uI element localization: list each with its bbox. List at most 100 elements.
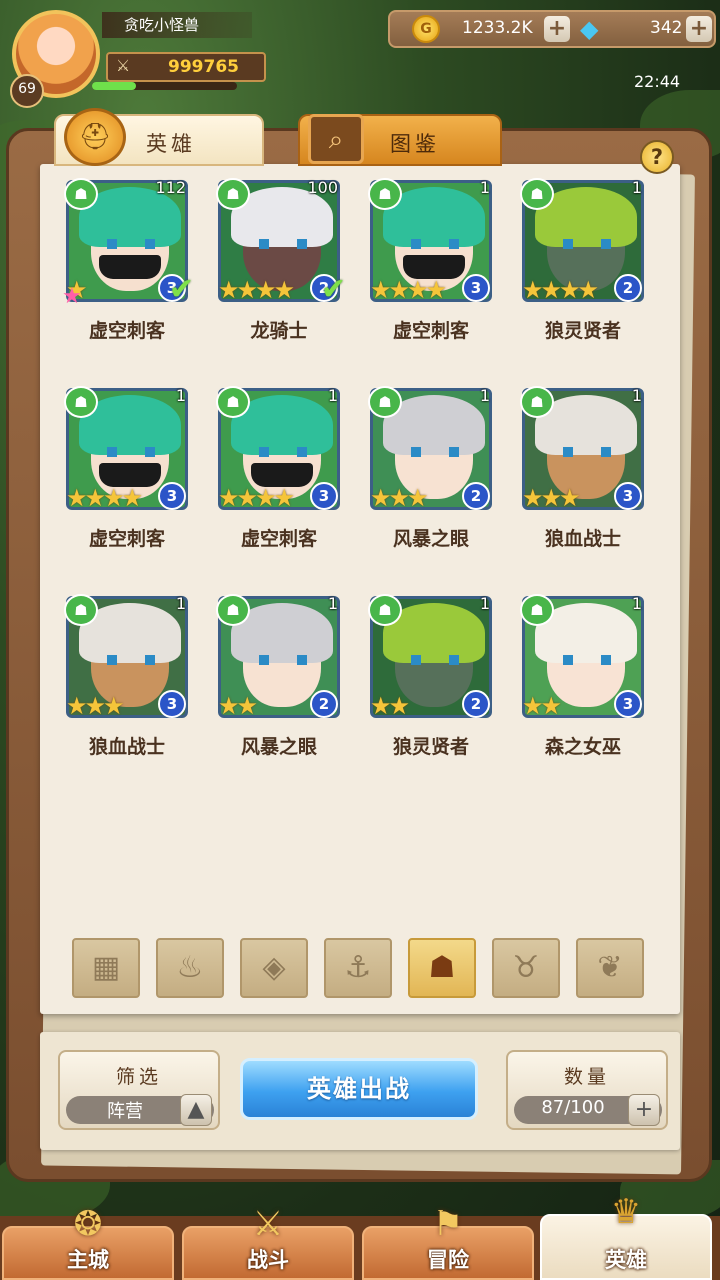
- hero-tier-badge: 2: [462, 690, 490, 718]
- hero-count-panel: 数量 87/100 +: [506, 1050, 668, 1130]
- hero-eyes: [107, 655, 155, 665]
- hero-tier-badge: 3: [158, 690, 186, 718]
- hero-name: 龙骑士: [250, 320, 308, 342]
- xp-bar: [92, 82, 237, 90]
- filter-fire-button[interactable]: ♨: [156, 938, 224, 998]
- hero-stars: ★★★: [522, 484, 581, 512]
- nav-heroes[interactable]: ♛ 英雄: [540, 1192, 712, 1280]
- hero-eyes: [107, 239, 155, 249]
- player-name: 贪吃小怪兽: [102, 12, 252, 38]
- clock: 22:44: [634, 72, 681, 91]
- filter-horns-button[interactable]: ♉: [492, 938, 560, 998]
- gold-coin-icon: G: [412, 15, 440, 43]
- deploy-heroes-button[interactable]: 英雄出战: [240, 1058, 478, 1120]
- filter-diamond-button[interactable]: ◈: [240, 938, 308, 998]
- hero-eyes: [259, 655, 307, 665]
- hero-card[interactable]: ☗ 100 ★★★★ 2 ✔ 龙骑士: [214, 176, 346, 346]
- tab-codex[interactable]: ⌕ 图鉴: [298, 114, 502, 166]
- hero-level: 1: [631, 594, 642, 613]
- combat-power: ⚔ 999765: [106, 52, 266, 82]
- combat-power-value: 999765: [168, 57, 239, 77]
- hero-card[interactable]: ☗ 1 ★★★ 3 狼血战士: [62, 592, 192, 762]
- hero-card[interactable]: ☗ 1 ★★ 3 森之女巫: [518, 592, 648, 762]
- beast-faction-icon: ☗: [216, 594, 250, 626]
- add-gold-button[interactable]: +: [544, 16, 570, 42]
- hero-card[interactable]: ☗ 1 ★★★★ 2 狼灵贤者: [518, 176, 648, 346]
- hero-name: 风暴之眼: [392, 528, 469, 550]
- filter-title: 筛选: [115, 1066, 162, 1088]
- hero-card[interactable]: ☗ 1 ★★★★ 3 虚空刺客: [366, 176, 496, 346]
- hero-card[interactable]: ☗ 1 ★★★ 2 风暴之眼: [366, 384, 496, 554]
- hero-card[interactable]: ☗ 1 ★★ 2 狼灵贤者: [366, 592, 496, 762]
- hero-eyes: [411, 447, 459, 457]
- hero-level: 1: [327, 594, 338, 613]
- tab-codex-label: 图鉴: [390, 132, 440, 156]
- filter-value: 阵营: [107, 1101, 143, 1122]
- hero-eyes: [563, 447, 611, 457]
- hero-name: 风暴之眼: [240, 736, 317, 758]
- crossed-swords-icon: ⚔: [115, 56, 131, 75]
- hero-card[interactable]: ☗ 1 ★★★★ 3 虚空刺客: [62, 384, 192, 554]
- gold-amount: 1233.2K: [462, 18, 533, 38]
- filter-wings-button[interactable]: ❦: [576, 938, 644, 998]
- helmet-icon: ⛑: [64, 108, 126, 166]
- hero-level: 100: [307, 178, 338, 197]
- hero-level: 1: [327, 386, 338, 405]
- deployed-check-icon: ✔: [168, 272, 194, 307]
- hero-level: 1: [631, 386, 642, 405]
- hero-tier-badge: 3: [462, 274, 490, 302]
- hero-eyes: [107, 447, 155, 457]
- hero-count-value: 87/100: [541, 1097, 605, 1118]
- hero-name: 虚空刺客: [88, 320, 165, 342]
- hero-name: 狼血战士: [544, 528, 621, 550]
- hero-eyes: [411, 239, 459, 249]
- hero-stars: ★★★★: [218, 276, 295, 304]
- tab-heroes-label: 英雄: [146, 132, 196, 156]
- gem-amount: 342: [650, 18, 683, 38]
- player-profile[interactable]: 69 贪吃小怪兽 ⚔ 999765: [6, 4, 276, 108]
- add-gems-button[interactable]: +: [686, 16, 712, 42]
- nav-main-city[interactable]: ❂ 主城: [2, 1204, 174, 1280]
- filter-all-button[interactable]: ▦: [72, 938, 140, 998]
- nav-battle[interactable]: ⚔ 战斗: [182, 1204, 354, 1280]
- hero-level: 1: [631, 178, 642, 197]
- beast-faction-icon: ☗: [520, 178, 554, 210]
- beast-faction-icon: ☗: [64, 594, 98, 626]
- nav-label: 主城: [67, 1248, 109, 1272]
- beast-faction-icon: ☗: [216, 178, 250, 210]
- hero-count-title: 数量: [563, 1066, 610, 1088]
- beast-faction-icon: ☗: [64, 178, 98, 210]
- hero-eyes: [563, 655, 611, 665]
- nav-label: 英雄: [605, 1248, 647, 1272]
- filter-toggle-button[interactable]: ▲: [180, 1094, 212, 1126]
- diamond-icon: ◆: [580, 15, 599, 43]
- hero-eyes: [563, 239, 611, 249]
- filter-panel: 筛选 阵营 ▲: [58, 1050, 220, 1130]
- hero-name: 虚空刺客: [392, 320, 469, 342]
- hero-name: 狼灵贤者: [544, 320, 621, 342]
- beast-faction-icon: ☗: [216, 386, 250, 418]
- hero-name: 虚空刺客: [88, 528, 165, 550]
- nav-adventure[interactable]: ⚑ 冒险: [362, 1204, 534, 1280]
- crown-icon: ♛: [610, 1192, 642, 1232]
- hero-tier-badge: 2: [462, 482, 490, 510]
- hero-tier-badge: 3: [614, 690, 642, 718]
- hero-card[interactable]: ☗ 1 ★★ 2 风暴之眼: [214, 592, 344, 762]
- nav-label: 冒险: [427, 1248, 469, 1272]
- magnifier-icon: ⌕: [308, 114, 364, 164]
- hero-card[interactable]: ☗ 112 ★ 3 ✔ ★ 虚空刺客: [62, 176, 194, 346]
- beast-faction-icon: ☗: [520, 386, 554, 418]
- expand-capacity-button[interactable]: +: [628, 1094, 660, 1126]
- hero-level: 1: [175, 594, 186, 613]
- hero-name: 虚空刺客: [240, 528, 317, 550]
- hero-card[interactable]: ☗ 1 ★★★★ 3 虚空刺客: [214, 384, 344, 554]
- filter-beast-button[interactable]: ☗: [408, 938, 476, 998]
- help-button[interactable]: ?: [640, 140, 674, 174]
- hero-level: 1: [479, 178, 490, 197]
- hero-level: 1: [175, 386, 186, 405]
- hero-card[interactable]: ☗ 1 ★★★ 3 狼血战士: [518, 384, 648, 554]
- filter-anchor-button[interactable]: ⚓: [324, 938, 392, 998]
- hero-stars: ★★: [370, 692, 410, 720]
- tab-heroes[interactable]: ⛑ 英雄: [54, 108, 264, 166]
- hero-tier-badge: 3: [158, 482, 186, 510]
